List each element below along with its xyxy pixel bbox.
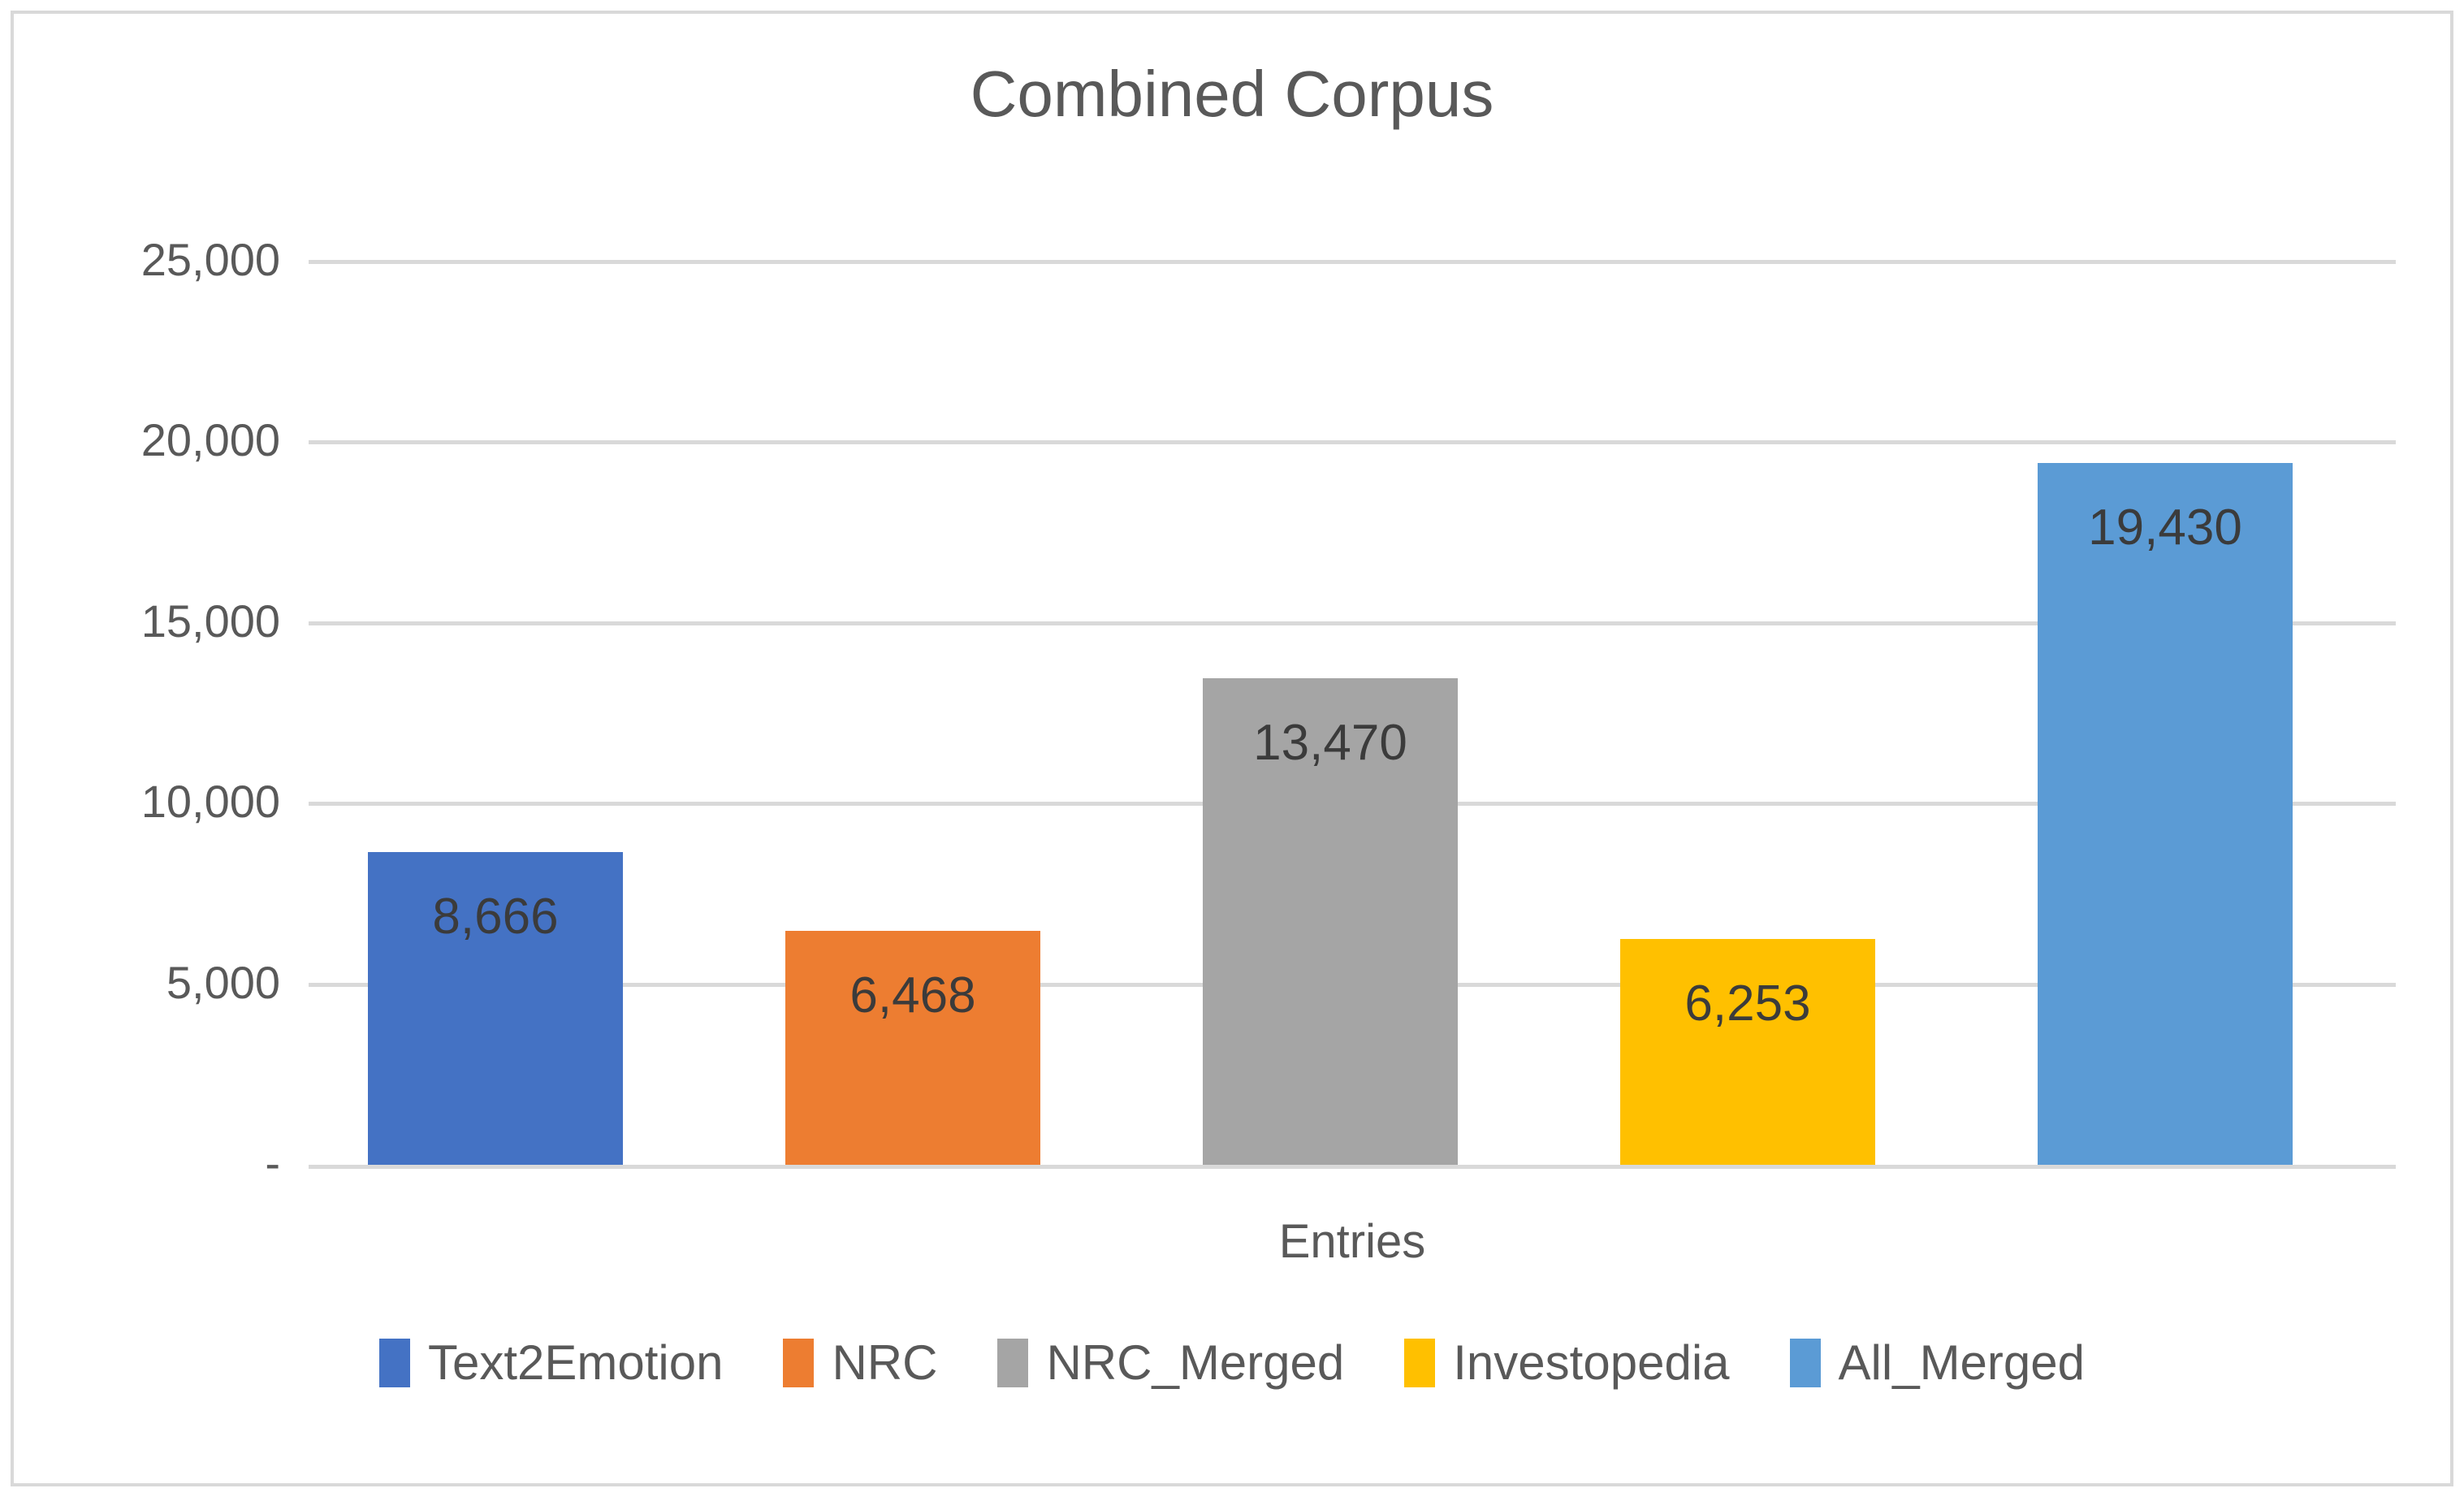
bar-value-label: 8,666 bbox=[432, 888, 559, 945]
bar-all_merged[interactable] bbox=[2038, 462, 2293, 1165]
legend-label: All_Merged bbox=[1838, 1335, 2086, 1390]
legend-item[interactable]: NRC_Merged bbox=[997, 1339, 1344, 1387]
bar-value-label: 6,253 bbox=[1684, 975, 1811, 1032]
bars-layer: 8,666 6,468 13,470 6,253 19,430 bbox=[309, 262, 2396, 1165]
y-axis-tick-label: 5,000 bbox=[166, 956, 280, 1008]
legend-label: Text2Emotion bbox=[427, 1335, 724, 1390]
y-axis-tick-labels: 25,000 20,000 15,000 10,000 5,000 - bbox=[45, 237, 280, 1186]
bar-value-label: 19,430 bbox=[2088, 499, 2242, 556]
x-axis-line bbox=[309, 1165, 2396, 1169]
chart-legend: Text2Emotion NRC NRC_Merged Investopedia All… bbox=[0, 1339, 2464, 1387]
chart-container: Combined Corpus 25,000 20,000 15,000 10,000… bbox=[0, 0, 2464, 1497]
x-axis-title: Entries bbox=[1278, 1215, 1426, 1268]
y-axis-tick-label: 20,000 bbox=[140, 414, 280, 466]
legend-swatch-icon bbox=[378, 1339, 410, 1387]
legend-swatch-icon bbox=[783, 1339, 815, 1387]
legend-swatch-icon bbox=[997, 1339, 1029, 1387]
y-axis-tick-label: 25,000 bbox=[140, 234, 280, 285]
legend-item[interactable]: NRC bbox=[783, 1339, 937, 1387]
y-axis-tick-label: - bbox=[265, 1137, 280, 1188]
bar-investopedia[interactable] bbox=[1620, 938, 1875, 1165]
y-axis-tick-label: 10,000 bbox=[140, 776, 280, 828]
legend-item[interactable]: Investopedia bbox=[1404, 1335, 1730, 1390]
legend-swatch-icon bbox=[1789, 1339, 1821, 1387]
bar-value-label: 13,470 bbox=[1253, 714, 1407, 771]
legend-item[interactable]: All_Merged bbox=[1789, 1335, 2086, 1390]
y-axis-tick-label: 15,000 bbox=[140, 595, 280, 647]
legend-label: Investopedia bbox=[1453, 1335, 1730, 1390]
chart-title: Combined Corpus bbox=[970, 58, 1494, 130]
bar-value-label: 6,468 bbox=[849, 967, 976, 1024]
legend-item[interactable]: Text2Emotion bbox=[378, 1335, 724, 1390]
legend-label: NRC bbox=[832, 1335, 938, 1390]
legend-label: NRC_Merged bbox=[1046, 1335, 1345, 1390]
legend-swatch-icon bbox=[1404, 1339, 1436, 1387]
